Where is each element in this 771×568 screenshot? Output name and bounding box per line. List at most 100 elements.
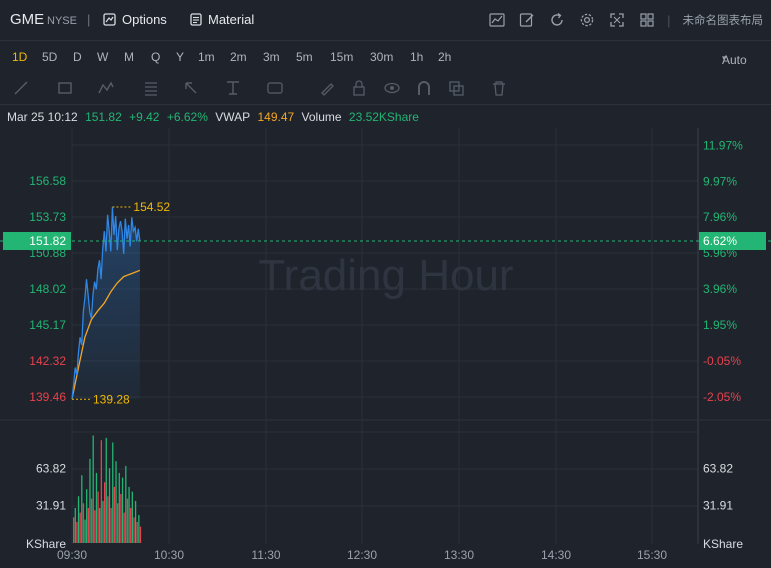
volume-value: 23.52KShare	[348, 110, 419, 124]
y-axis-right-tick: -2.05%	[703, 390, 741, 404]
y-axis-right-tick: 9.97%	[703, 174, 737, 188]
options-icon	[103, 13, 116, 26]
volume-bar	[112, 442, 114, 543]
period-q[interactable]: Q	[151, 50, 160, 64]
volume-bar	[74, 507, 76, 543]
symbol-label[interactable]: GME	[10, 11, 44, 28]
watermark-text: Trading Hour	[258, 251, 513, 300]
volume-bar	[126, 498, 129, 543]
volume-bar	[90, 498, 93, 543]
y-axis-right-tick: 11.97%	[703, 138, 743, 152]
options-label: Options	[122, 12, 167, 27]
volume-bar	[108, 468, 111, 543]
period-3m[interactable]: 3m	[263, 50, 280, 64]
top-toolbar: GME NYSE | Options Material | 未命名图表布局	[0, 0, 771, 40]
settings-icon[interactable]	[577, 10, 597, 30]
y-axis-right-tick: -0.05%	[703, 354, 741, 368]
pen-tool-icon[interactable]	[318, 79, 336, 97]
volume-bar	[139, 526, 142, 543]
period-1h[interactable]: 1h	[410, 50, 423, 64]
y-axis-left-tick: 156.58	[29, 174, 66, 188]
volume-bar	[136, 521, 138, 543]
rect-tool-icon[interactable]	[56, 79, 74, 97]
period-15m[interactable]: 15m	[330, 50, 353, 64]
x-axis-tick: 13:30	[444, 548, 474, 562]
forecast-tool-icon[interactable]	[266, 79, 284, 97]
material-label: Material	[208, 12, 255, 27]
quote-datetime: Mar 25 10:12	[7, 110, 78, 124]
chart-icon[interactable]	[487, 10, 507, 30]
volume-label: Volume	[301, 110, 342, 124]
volume-bar	[84, 519, 86, 543]
volume-bar	[138, 514, 140, 543]
y-axis-left-tick: 145.17	[29, 318, 66, 332]
volume-axis-left-tick: 63.82	[36, 461, 66, 475]
x-axis-tick: 10:30	[154, 548, 184, 562]
volume-bar	[102, 500, 104, 543]
volume-bar	[87, 507, 89, 543]
magnet-icon[interactable]	[415, 79, 433, 97]
volume-bar	[77, 496, 80, 543]
volume-axis-right-tick: 31.91	[703, 499, 733, 513]
period-1m[interactable]: 1m	[198, 50, 215, 64]
lock-icon[interactable]	[350, 79, 368, 97]
measure-tool-icon[interactable]	[224, 79, 242, 97]
edit-icon[interactable]	[517, 10, 537, 30]
volume-bar	[92, 435, 94, 543]
volume-bar	[100, 440, 103, 543]
period-2h[interactable]: 2h	[438, 50, 451, 64]
fib-tool-icon[interactable]	[142, 79, 160, 97]
trash-icon[interactable]	[490, 79, 508, 97]
period-d[interactable]: D	[73, 50, 82, 64]
low-price-label: 139.28	[93, 392, 130, 406]
period-y[interactable]: Y	[176, 50, 184, 64]
layout-separator: |	[667, 12, 671, 28]
options-button[interactable]: Options	[103, 12, 167, 27]
pattern-tool-icon[interactable]	[97, 79, 115, 97]
volume-bar	[113, 486, 116, 543]
y-axis-right-tick: 3.96%	[703, 282, 737, 296]
material-button[interactable]: Material	[190, 12, 254, 27]
y-axis-left-tick: 153.73	[29, 210, 66, 224]
y-axis-right-tick: 1.95%	[703, 318, 737, 332]
toolbar-icon-group: | 未命名图表布局	[487, 10, 763, 30]
volume-bar	[115, 461, 117, 543]
grid-layout-icon[interactable]	[637, 10, 657, 30]
period-5m[interactable]: 5m	[296, 50, 313, 64]
line-tool-icon[interactable]	[12, 79, 30, 97]
period-1d[interactable]: 1D	[12, 50, 27, 64]
volume-bar	[110, 507, 112, 543]
refresh-icon[interactable]	[547, 10, 567, 30]
volume-bar	[131, 491, 133, 543]
volume-bar	[123, 512, 125, 543]
x-axis-tick: 14:30	[541, 548, 571, 562]
volume-unit-label-right: KShare	[703, 537, 743, 551]
volume-axis-left-tick: 31.91	[36, 499, 66, 513]
volume-bar	[120, 493, 122, 543]
volume-bar	[89, 458, 91, 543]
copy-icon[interactable]	[447, 79, 465, 97]
eye-icon[interactable]	[383, 79, 401, 97]
volume-bar	[81, 475, 83, 543]
volume-bar	[133, 517, 135, 543]
price-chart[interactable]: Trading Hour154.52139.28156.58153.73150.…	[0, 128, 771, 568]
period-5d[interactable]: 5D	[42, 50, 57, 64]
period-30m[interactable]: 30m	[370, 50, 393, 64]
quote-info-line: Mar 25 10:12 151.82 +9.42 +6.62% VWAP 14…	[7, 110, 423, 124]
volume-bar	[97, 491, 99, 543]
volume-bar	[76, 521, 78, 543]
layout-name[interactable]: 未命名图表布局	[683, 12, 764, 28]
volume-bar	[128, 486, 130, 543]
volume-bar	[73, 517, 75, 543]
high-price-label: 154.52	[133, 200, 170, 214]
y-axis-left-tick: 142.32	[29, 354, 66, 368]
fullscreen-icon[interactable]	[607, 10, 627, 30]
volume-bar	[125, 465, 127, 543]
period-2m[interactable]: 2m	[230, 50, 247, 64]
arrow-tool-icon[interactable]	[182, 79, 200, 97]
volume-bar	[103, 482, 106, 543]
period-m[interactable]: M	[124, 50, 134, 64]
period-w[interactable]: W	[97, 50, 108, 64]
x-axis-tick: 09:30	[57, 548, 87, 562]
material-icon	[190, 13, 202, 26]
